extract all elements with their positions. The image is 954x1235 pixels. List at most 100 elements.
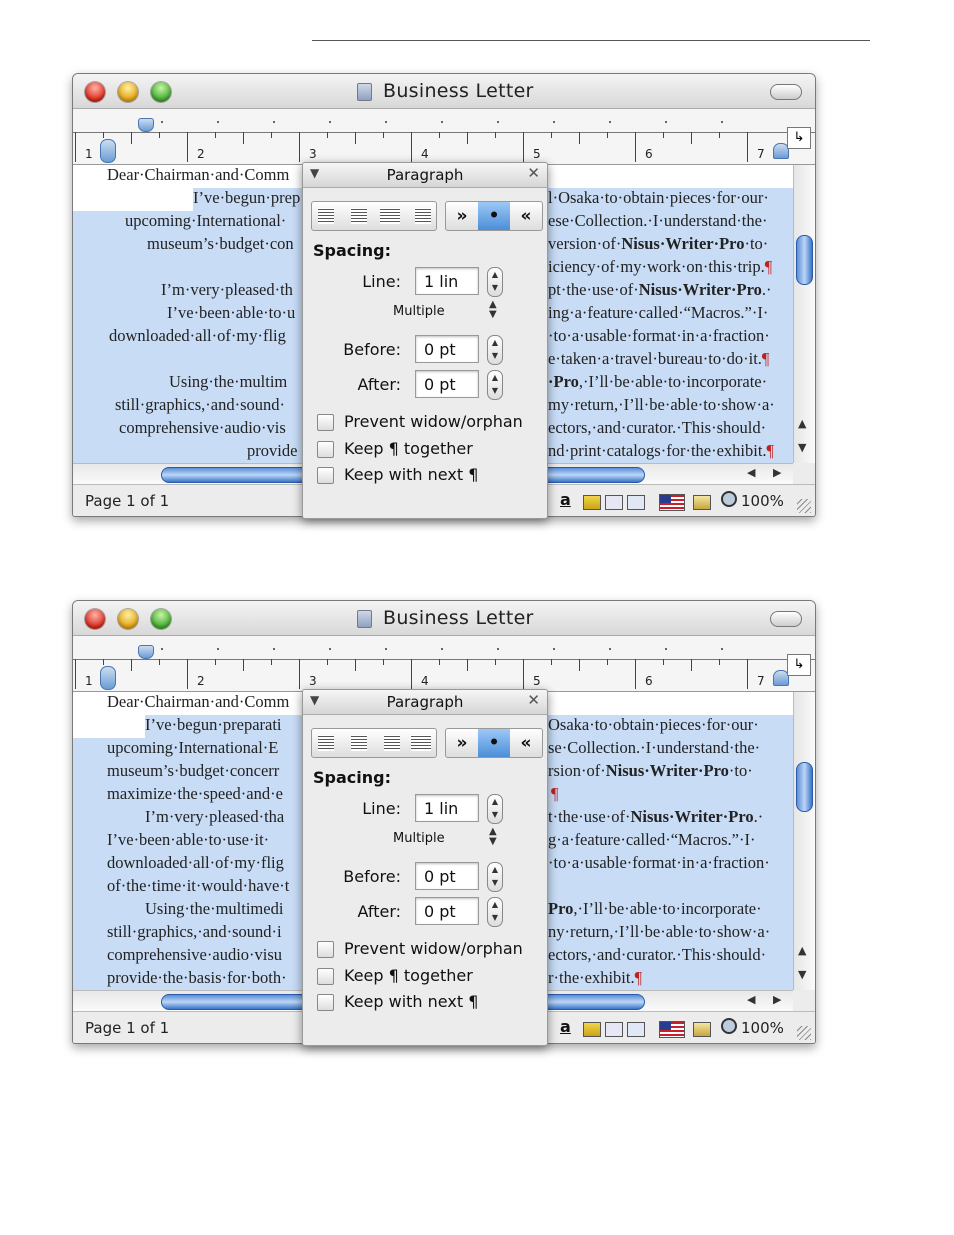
- line-mode-popup[interactable]: Multiple: [393, 304, 445, 319]
- right-to-left-button[interactable]: «: [510, 202, 542, 230]
- ruler-half-tick: [243, 132, 244, 144]
- natural-direction-button[interactable]: •: [478, 202, 510, 230]
- ruler[interactable]: 1 2 3 4 5 6 7 ↳: [73, 636, 815, 692]
- line-spacing-stepper[interactable]: ▲ ▼: [487, 267, 503, 297]
- page-view-icon[interactable]: [605, 1022, 623, 1037]
- scroll-right-arrow-icon[interactable]: ▶: [773, 466, 781, 479]
- scroll-left-arrow-icon[interactable]: ◀: [747, 993, 755, 1006]
- text-style-icon[interactable]: a: [560, 490, 571, 509]
- before-spacing-stepper[interactable]: ▲ ▼: [487, 862, 503, 892]
- line-mode-popup[interactable]: Multiple: [393, 831, 445, 846]
- align-center-button[interactable]: [345, 204, 373, 228]
- zoom-magnifier-icon[interactable]: [721, 1018, 737, 1034]
- keep-together-checkbox[interactable]: [317, 968, 334, 985]
- panel-close-icon[interactable]: ✕: [527, 164, 540, 182]
- first-line-indent-marker[interactable]: [138, 645, 154, 659]
- before-spacing-field[interactable]: 0 pt: [415, 862, 479, 890]
- zoom-magnifier-icon[interactable]: [721, 491, 737, 507]
- after-spacing-stepper[interactable]: ▲ ▼: [487, 370, 503, 400]
- ruler-toggle-icon[interactable]: [583, 1022, 601, 1037]
- tab-well-button[interactable]: ↳: [787, 127, 811, 149]
- before-spacing-field[interactable]: 0 pt: [415, 335, 479, 363]
- scroll-down-arrow-icon[interactable]: ▼: [798, 441, 806, 454]
- prevent-widow-label[interactable]: Prevent widow/orphan: [344, 939, 523, 958]
- close-window-button[interactable]: [85, 82, 105, 102]
- language-flag-icon[interactable]: [659, 494, 685, 511]
- after-spacing-stepper[interactable]: ▲ ▼: [487, 897, 503, 927]
- panel-title-bar[interactable]: ▼ Paragraph ✕: [303, 163, 547, 188]
- title-bar[interactable]: Business Letter: [73, 601, 815, 636]
- align-justify-button[interactable]: [376, 204, 404, 228]
- scroll-right-arrow-icon[interactable]: ▶: [773, 993, 781, 1006]
- page-view-icon[interactable]: [605, 495, 623, 510]
- left-indent-marker[interactable]: [100, 666, 116, 690]
- prevent-widow-checkbox[interactable]: [317, 414, 334, 431]
- align-right-button[interactable]: [407, 204, 435, 228]
- draft-view-icon[interactable]: [627, 495, 645, 510]
- tab-well-button[interactable]: ↳: [787, 654, 811, 676]
- keep-together-label[interactable]: Keep ¶ together: [344, 966, 473, 985]
- clipboard-icon[interactable]: [693, 495, 711, 510]
- after-spacing-field[interactable]: 0 pt: [415, 370, 479, 398]
- line-spacing-field[interactable]: 1 lin: [415, 794, 479, 822]
- zoom-window-button[interactable]: [151, 609, 171, 629]
- right-to-left-button[interactable]: «: [510, 729, 542, 757]
- keep-with-next-label[interactable]: Keep with next ¶: [344, 992, 478, 1011]
- popup-arrows-icon[interactable]: ▲ ▼: [489, 827, 497, 847]
- minimize-window-button[interactable]: [118, 82, 138, 102]
- align-left-button[interactable]: [314, 204, 342, 228]
- scroll-left-arrow-icon[interactable]: ◀: [747, 466, 755, 479]
- vertical-scrollbar[interactable]: ▲ ▼: [793, 165, 815, 463]
- line-spacing-field[interactable]: 1 lin: [415, 267, 479, 295]
- ruler-major-tick: [187, 659, 188, 689]
- ruler-major-tick: [523, 659, 524, 689]
- keep-with-next-checkbox[interactable]: [317, 994, 334, 1011]
- align-left-button[interactable]: [314, 731, 342, 755]
- keep-together-checkbox[interactable]: [317, 441, 334, 458]
- zoom-window-button[interactable]: [151, 82, 171, 102]
- toolbar-toggle-button[interactable]: [770, 84, 802, 100]
- text-style-icon[interactable]: a: [560, 1017, 571, 1036]
- left-to-right-button[interactable]: »: [446, 202, 478, 230]
- toolbar-toggle-button[interactable]: [770, 611, 802, 627]
- keep-with-next-label[interactable]: Keep with next ¶: [344, 465, 478, 484]
- close-window-button[interactable]: [85, 609, 105, 629]
- language-flag-icon[interactable]: [659, 1021, 685, 1038]
- vertical-scrollbar[interactable]: ▲ ▼: [793, 692, 815, 990]
- left-indent-marker[interactable]: [100, 139, 116, 163]
- keep-with-next-checkbox[interactable]: [317, 467, 334, 484]
- ruler[interactable]: 1 2 3 4 5 6 7 ↳: [73, 109, 815, 165]
- zoom-level[interactable]: 100%: [741, 492, 784, 510]
- scroll-up-arrow-icon[interactable]: ▲: [798, 944, 806, 957]
- vertical-scroll-thumb[interactable]: [796, 762, 813, 812]
- first-line-indent-marker[interactable]: [138, 118, 154, 132]
- minimize-window-button[interactable]: [118, 609, 138, 629]
- zoom-level[interactable]: 100%: [741, 1019, 784, 1037]
- text-run: r·the·exhibit.: [548, 968, 635, 987]
- prevent-widow-label[interactable]: Prevent widow/orphan: [344, 412, 523, 431]
- after-spacing-field[interactable]: 0 pt: [415, 897, 479, 925]
- vertical-scroll-thumb[interactable]: [796, 235, 813, 285]
- title-bar[interactable]: Business Letter: [73, 74, 815, 109]
- resize-grip-icon[interactable]: [797, 1026, 811, 1040]
- ruler-toggle-icon[interactable]: [583, 495, 601, 510]
- prevent-widow-checkbox[interactable]: [317, 941, 334, 958]
- panel-title-bar[interactable]: ▼ Paragraph ✕: [303, 690, 547, 715]
- align-center-button[interactable]: [345, 731, 373, 755]
- document-proxy-icon[interactable]: [357, 610, 372, 628]
- popup-arrows-icon[interactable]: ▲ ▼: [489, 300, 497, 320]
- keep-together-label[interactable]: Keep ¶ together: [344, 439, 473, 458]
- panel-close-icon[interactable]: ✕: [527, 691, 540, 709]
- align-justify-button[interactable]: [407, 731, 435, 755]
- line-spacing-stepper[interactable]: ▲ ▼: [487, 794, 503, 824]
- scroll-down-arrow-icon[interactable]: ▼: [798, 968, 806, 981]
- clipboard-icon[interactable]: [693, 1022, 711, 1037]
- document-proxy-icon[interactable]: [357, 83, 372, 101]
- natural-direction-button[interactable]: •: [478, 729, 510, 757]
- left-to-right-button[interactable]: »: [446, 729, 478, 757]
- resize-grip-icon[interactable]: [797, 499, 811, 513]
- align-right-button[interactable]: [376, 731, 404, 755]
- before-spacing-stepper[interactable]: ▲ ▼: [487, 335, 503, 365]
- draft-view-icon[interactable]: [627, 1022, 645, 1037]
- scroll-up-arrow-icon[interactable]: ▲: [798, 417, 806, 430]
